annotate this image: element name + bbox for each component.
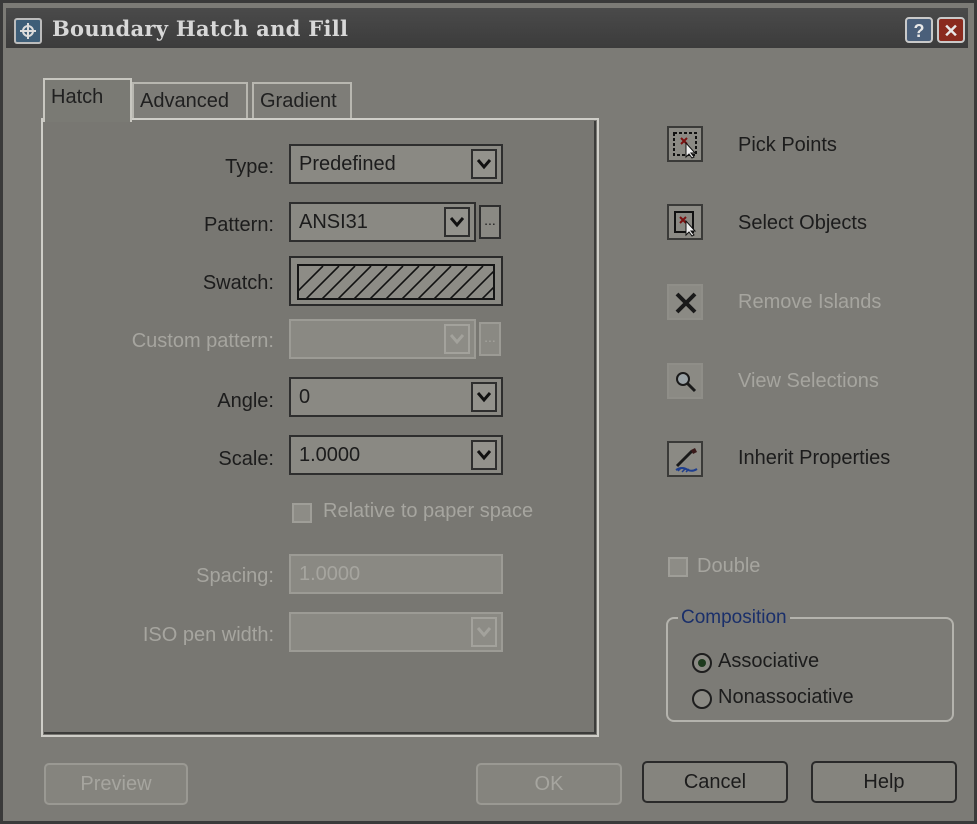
relative-paper-space-label: Relative to paper space bbox=[323, 500, 534, 522]
custom-pattern-dropdown[interactable] bbox=[289, 319, 476, 359]
nonassociative-radio[interactable] bbox=[692, 689, 712, 709]
select-objects-label[interactable]: Select Objects bbox=[738, 212, 867, 235]
swatch-label: Swatch: bbox=[202, 272, 274, 294]
scale-label: Scale: bbox=[218, 448, 274, 470]
scale-value: 1.0000 bbox=[299, 444, 361, 466]
scale-dropdown[interactable]: 1.0000 bbox=[289, 435, 503, 475]
tab-advanced[interactable]: Advanced bbox=[132, 82, 248, 118]
tab-gradient[interactable]: Gradient bbox=[252, 82, 352, 118]
pattern-browse-button[interactable]: ... bbox=[479, 205, 501, 239]
hatch-pattern-preview bbox=[297, 264, 495, 300]
angle-label: Angle: bbox=[217, 390, 274, 412]
view-selections-button[interactable] bbox=[667, 363, 703, 399]
nonassociative-label[interactable]: Nonassociative bbox=[718, 686, 854, 709]
inherit-properties-label[interactable]: Inherit Properties bbox=[738, 447, 890, 470]
select-objects-button[interactable] bbox=[667, 204, 703, 240]
iso-pen-width-dropdown[interactable] bbox=[289, 612, 503, 652]
ok-button[interactable]: OK bbox=[476, 763, 622, 805]
chevron-down-icon[interactable] bbox=[444, 207, 470, 237]
select-objects-icon bbox=[674, 211, 697, 237]
custom-pattern-label: Custom pattern: bbox=[131, 330, 274, 352]
view-selections-label[interactable]: View Selections bbox=[738, 370, 879, 393]
chevron-down-icon[interactable] bbox=[471, 440, 497, 470]
magnifier-icon bbox=[676, 372, 697, 393]
remove-islands-label[interactable]: Remove Islands bbox=[738, 291, 881, 314]
preview-button[interactable]: Preview bbox=[44, 763, 188, 805]
custom-pattern-browse-button[interactable]: ... bbox=[479, 322, 501, 356]
double-checkbox[interactable] bbox=[668, 557, 688, 577]
cancel-button[interactable]: Cancel bbox=[642, 761, 788, 803]
spacing-value: 1.0000 bbox=[299, 563, 361, 585]
close-button[interactable]: ✕ bbox=[937, 17, 965, 43]
angle-dropdown[interactable]: 0 bbox=[289, 377, 503, 417]
tab-hatch[interactable]: Hatch bbox=[43, 78, 132, 122]
remove-islands-icon bbox=[675, 292, 697, 314]
window-title: Boundary Hatch and Fill bbox=[52, 16, 349, 41]
app-icon bbox=[14, 18, 42, 44]
relative-paper-space-checkbox[interactable] bbox=[292, 503, 312, 523]
inherit-properties-button[interactable] bbox=[667, 441, 703, 477]
inherit-properties-icon bbox=[675, 448, 698, 473]
associative-radio[interactable] bbox=[692, 653, 712, 673]
chevron-down-icon[interactable] bbox=[471, 382, 497, 412]
remove-islands-button[interactable] bbox=[667, 284, 703, 320]
composition-title: Composition bbox=[678, 607, 790, 629]
help-button[interactable]: Help bbox=[811, 761, 957, 803]
spacing-label: Spacing: bbox=[196, 565, 274, 587]
chevron-down-icon[interactable] bbox=[471, 149, 497, 179]
pick-points-label[interactable]: Pick Points bbox=[738, 134, 837, 157]
spacing-input[interactable]: 1.0000 bbox=[289, 554, 503, 594]
pick-points-button[interactable] bbox=[667, 126, 703, 162]
help-title-button[interactable]: ? bbox=[905, 17, 933, 43]
double-label: Double bbox=[697, 555, 761, 577]
pick-points-icon bbox=[673, 132, 697, 159]
type-dropdown[interactable]: Predefined bbox=[289, 144, 503, 184]
angle-value: 0 bbox=[299, 386, 311, 408]
type-value: Predefined bbox=[299, 153, 396, 175]
chevron-down-icon[interactable] bbox=[471, 617, 497, 647]
pattern-label: Pattern: bbox=[203, 214, 274, 236]
pattern-value: ANSI31 bbox=[299, 211, 368, 233]
type-label: Type: bbox=[225, 156, 274, 178]
swatch-preview[interactable] bbox=[289, 256, 503, 306]
chevron-down-icon[interactable] bbox=[444, 324, 470, 354]
iso-pen-width-label: ISO pen width: bbox=[142, 624, 274, 646]
pattern-dropdown[interactable]: ANSI31 bbox=[289, 202, 476, 242]
associative-label[interactable]: Associative bbox=[718, 650, 819, 673]
